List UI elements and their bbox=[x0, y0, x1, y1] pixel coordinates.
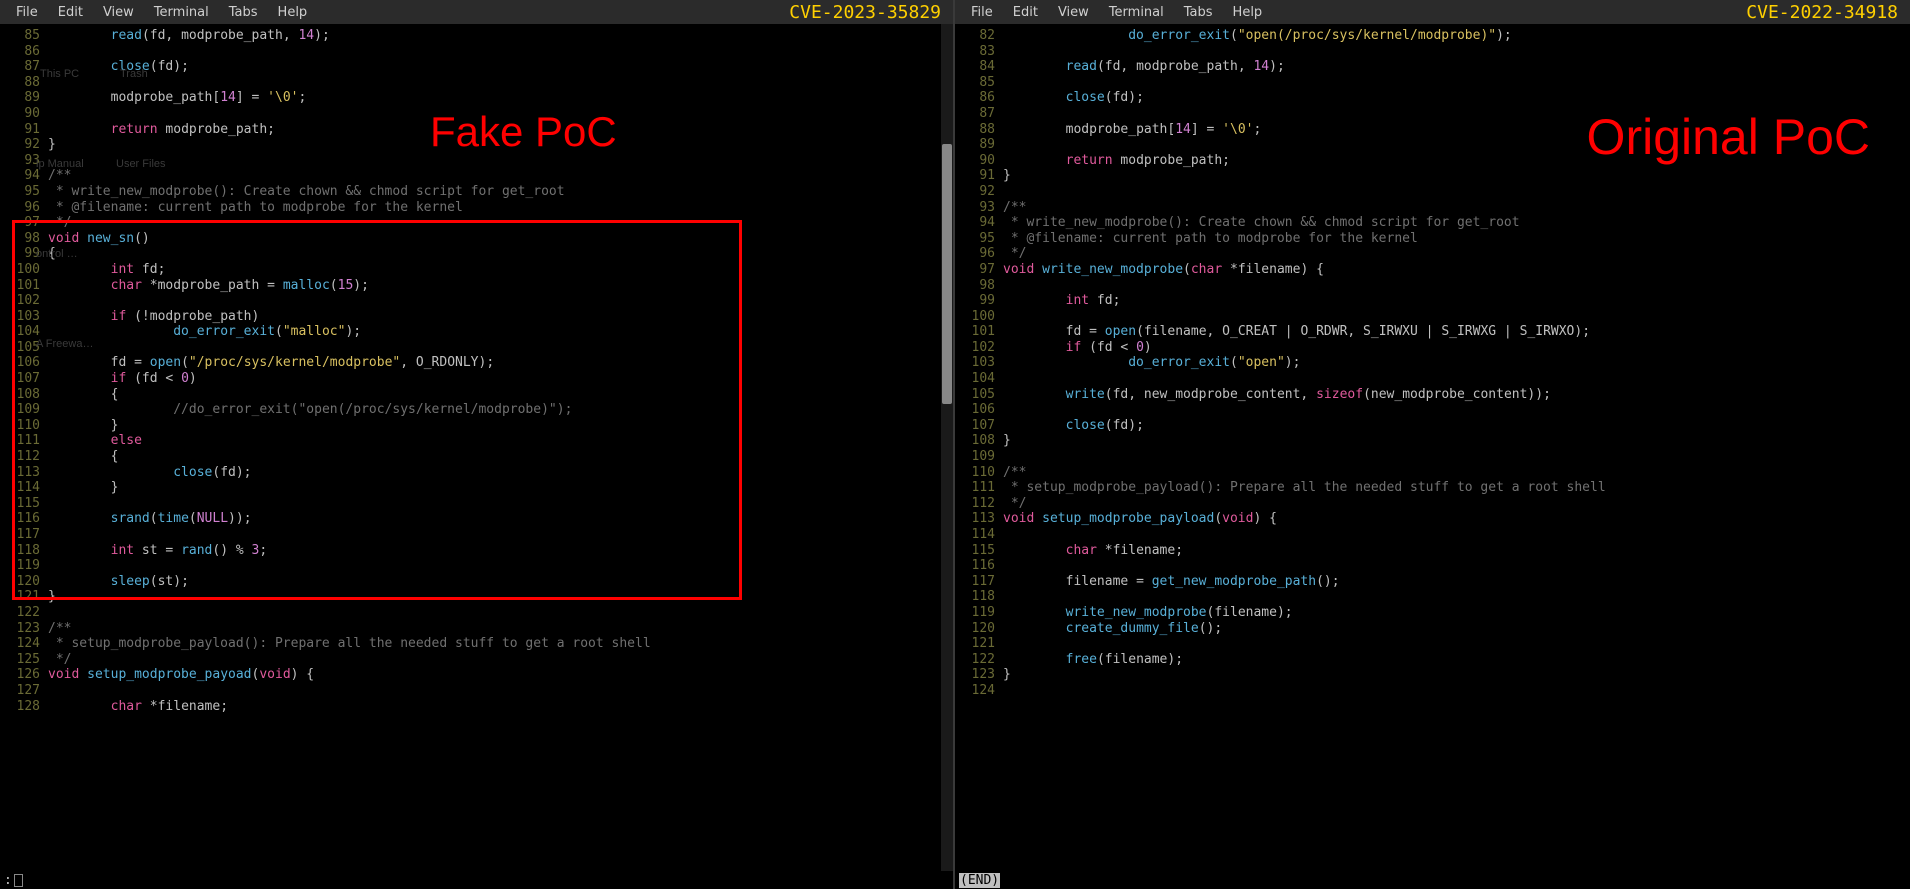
menu-file-r[interactable]: File bbox=[961, 2, 1003, 23]
left-editor[interactable]: 8586878889909192939495969798991001011021… bbox=[0, 24, 953, 871]
right-code-body[interactable]: do_error_exit("open(/proc/sys/kernel/mod… bbox=[1003, 24, 1910, 871]
menu-tabs-r[interactable]: Tabs bbox=[1174, 2, 1223, 23]
left-pane: File Edit View Terminal Tabs Help CVE-20… bbox=[0, 0, 955, 889]
left-scrollbar[interactable] bbox=[941, 24, 953, 871]
right-menu-items: File Edit View Terminal Tabs Help bbox=[961, 2, 1272, 23]
right-editor[interactable]: 8283848586878889909192939495969798991001… bbox=[955, 24, 1910, 871]
left-line-gutter: 8586878889909192939495969798991001011021… bbox=[0, 24, 48, 871]
left-statusbar: : bbox=[0, 871, 953, 889]
right-menubar: File Edit View Terminal Tabs Help CVE-20… bbox=[955, 0, 1910, 24]
left-menu-items: File Edit View Terminal Tabs Help bbox=[6, 2, 317, 23]
menu-file[interactable]: File bbox=[6, 2, 48, 23]
left-cve-label: CVE-2023-35829 bbox=[789, 2, 947, 23]
menu-terminal[interactable]: Terminal bbox=[144, 2, 219, 23]
left-status-prefix: : bbox=[4, 873, 12, 888]
menu-terminal-r[interactable]: Terminal bbox=[1099, 2, 1174, 23]
right-statusbar: (END) bbox=[955, 871, 1910, 889]
menu-view-r[interactable]: View bbox=[1048, 2, 1099, 23]
left-scrollbar-thumb[interactable] bbox=[942, 144, 952, 404]
menu-view[interactable]: View bbox=[93, 2, 144, 23]
left-code-body[interactable]: read(fd, modprobe_path, 14); close(fd); … bbox=[48, 24, 953, 871]
menu-help-r[interactable]: Help bbox=[1223, 2, 1273, 23]
right-cve-label: CVE-2022-34918 bbox=[1746, 2, 1904, 23]
menu-edit[interactable]: Edit bbox=[48, 2, 93, 23]
menu-edit-r[interactable]: Edit bbox=[1003, 2, 1048, 23]
menu-tabs[interactable]: Tabs bbox=[219, 2, 268, 23]
split-container: File Edit View Terminal Tabs Help CVE-20… bbox=[0, 0, 1910, 889]
right-pane: File Edit View Terminal Tabs Help CVE-20… bbox=[955, 0, 1910, 889]
cursor-indicator bbox=[14, 874, 23, 887]
menu-help[interactable]: Help bbox=[268, 2, 318, 23]
right-status-end: (END) bbox=[959, 873, 1000, 888]
right-line-gutter: 8283848586878889909192939495969798991001… bbox=[955, 24, 1003, 871]
left-menubar: File Edit View Terminal Tabs Help CVE-20… bbox=[0, 0, 953, 24]
